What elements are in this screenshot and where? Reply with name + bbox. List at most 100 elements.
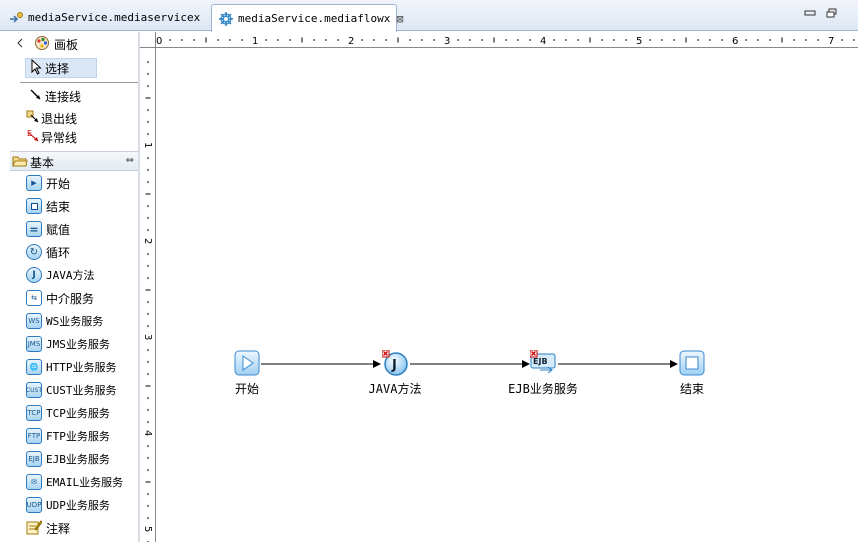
udp-icon: UDP — [26, 497, 42, 513]
item-label: 循环 — [46, 245, 71, 260]
note-icon — [26, 519, 43, 538]
email-icon: ✉ — [26, 474, 42, 490]
item-label: JMS业务服务 — [46, 338, 110, 351]
item-label: 赋值 — [46, 222, 71, 237]
item-label: 注释 — [46, 521, 71, 536]
tool-connection[interactable]: 连接线 — [30, 86, 81, 106]
service-icon — [8, 10, 24, 26]
minimize-icon[interactable] — [804, 8, 816, 21]
item-label: WS业务服务 — [46, 315, 104, 328]
ruler-label: 5 — [636, 36, 642, 47]
flow-node-end[interactable]: 结束 — [664, 350, 720, 397]
ruler-label: 4 — [540, 36, 546, 47]
folder-icon — [12, 154, 28, 171]
palette-icon — [34, 35, 50, 54]
item-label: EJB业务服务 — [46, 453, 110, 466]
tool-label: 退出线 — [41, 111, 78, 126]
ruler-label: 0 — [156, 36, 162, 47]
tab-label: mediaService.mediaflowx — [238, 12, 391, 25]
drawer-basic[interactable]: 基本 ⇔ — [10, 151, 138, 171]
palette-item-udp[interactable]: UDP UDP业务服务 — [26, 495, 110, 515]
ruler-corner — [140, 32, 156, 48]
ruler-label: 7 — [828, 36, 834, 47]
jms-icon: JMS — [26, 336, 42, 352]
node-label: 结束 — [679, 382, 704, 396]
node-label: JAVA方法 — [368, 382, 422, 396]
tool-exception-line[interactable]: E 异常线 — [26, 127, 77, 147]
drawer-label: 基本 — [30, 155, 55, 170]
palette-item-http[interactable]: 🌐 HTTP业务服务 — [26, 357, 117, 377]
node-label: 开始 — [234, 382, 259, 396]
palette-header[interactable]: 画板 — [16, 34, 78, 54]
palette-item-start[interactable]: ▶ 开始 — [26, 173, 70, 193]
svg-text:EJB: EJB — [533, 357, 548, 366]
cursor-icon — [30, 58, 42, 78]
flow-icon — [218, 11, 234, 27]
tcp-icon: TCP — [26, 405, 42, 421]
flow-node-start[interactable]: 开始 — [219, 350, 275, 397]
flow-node-ejb[interactable]: EJB EJB业务服务 — [503, 350, 583, 397]
mediation-icon: ⇆ — [26, 290, 42, 306]
palette-item-tcp[interactable]: TCP TCP业务服务 — [26, 403, 110, 423]
tool-label: 异常线 — [41, 130, 78, 145]
palette-title: 画板 — [54, 37, 79, 52]
tool-exit-line[interactable]: 退出线 — [26, 108, 77, 128]
exception-line-icon: E — [26, 129, 40, 146]
ejb-icon: EJB — [530, 350, 556, 374]
tool-select[interactable]: 选择 — [25, 58, 97, 78]
exit-line-icon — [26, 110, 40, 127]
flow-node-java[interactable]: J JAVA方法 — [360, 350, 430, 397]
ruler-label: 2 — [348, 36, 354, 47]
pin-icon[interactable]: ⇔ — [126, 155, 134, 166]
palette: 画板 选择 连接线 退出线 E 异常线 基本 ⇔ — [10, 32, 144, 542]
ruler-label: 3 — [444, 36, 450, 47]
loop-icon: ↻ — [26, 244, 42, 260]
palette-item-ftp[interactable]: FTP FTP业务服务 — [26, 426, 110, 446]
ruler-label: 5 — [142, 526, 153, 532]
ruler-label: 3 — [142, 334, 153, 340]
palette-item-jms[interactable]: JMS JMS业务服务 — [26, 334, 110, 354]
vertical-ruler: 1 2 3 4 5 — [140, 48, 156, 542]
ruler-label: 2 — [142, 238, 153, 244]
palette-item-java[interactable]: J JAVA方法 — [26, 265, 95, 285]
java-icon: J — [382, 350, 408, 376]
tool-label: 选择 — [45, 61, 70, 76]
item-label: EMAIL业务服务 — [46, 476, 124, 489]
item-label: CUST业务服务 — [46, 384, 117, 397]
ruler-label: 1 — [252, 36, 258, 47]
start-icon — [234, 350, 260, 376]
connection-icon — [30, 89, 42, 104]
palette-item-loop[interactable]: ↻ 循环 — [26, 242, 70, 262]
palette-item-ws[interactable]: WS WS业务服务 — [26, 311, 103, 331]
end-icon — [679, 350, 705, 376]
item-label: 结束 — [46, 199, 71, 214]
ftp-icon: FTP — [26, 428, 42, 444]
palette-item-cust[interactable]: CUST CUST业务服务 — [26, 380, 117, 400]
palette-item-ejb[interactable]: EJB EJB业务服务 — [26, 449, 110, 469]
flow-connections — [261, 360, 678, 368]
ruler-label: 6 — [732, 36, 738, 47]
palette-item-mediation[interactable]: ⇆ 中介服务 — [26, 288, 94, 308]
palette-divider — [20, 82, 144, 83]
item-label: HTTP业务服务 — [46, 361, 117, 374]
item-label: FTP业务服务 — [46, 430, 110, 443]
restore-icon[interactable] — [826, 8, 838, 21]
item-label: 中介服务 — [46, 291, 95, 306]
collapse-arrow-icon[interactable] — [16, 37, 24, 51]
palette-item-note[interactable]: 注释 — [26, 518, 70, 538]
end-icon — [26, 198, 42, 214]
item-label: TCP业务服务 — [46, 407, 110, 420]
palette-item-assign[interactable]: = 赋值 — [26, 219, 70, 239]
horizontal-ruler: 0 1 2 3 4 5 6 7 — [156, 32, 858, 48]
item-label: UDP业务服务 — [46, 499, 110, 512]
palette-item-end[interactable]: 结束 — [26, 196, 70, 216]
close-icon[interactable]: ⊠ — [396, 12, 403, 26]
ruler-label: 4 — [142, 430, 153, 436]
tab-mediaservicex[interactable]: mediaService.mediaservicex — [2, 4, 209, 31]
ruler-label: 1 — [142, 142, 153, 148]
item-label: JAVA方法 — [46, 269, 95, 282]
palette-item-email[interactable]: ✉ EMAIL业务服务 — [26, 472, 123, 492]
tab-mediaflowx[interactable]: mediaService.mediaflowx ⊠ — [211, 4, 404, 32]
editor-tab-bar: mediaService.mediaservicex mediaService.… — [0, 0, 858, 32]
flow-canvas[interactable]: 开始 J JAVA方法 EJB EJB业务服务 结束 — [157, 49, 858, 542]
